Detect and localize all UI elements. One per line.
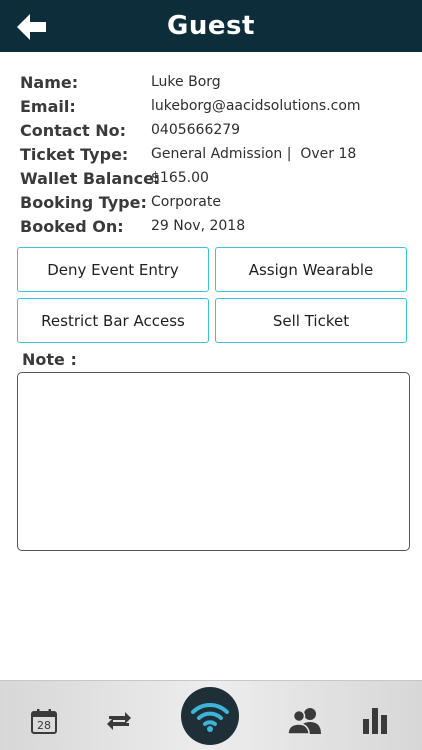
- tab-sync[interactable]: [103, 705, 135, 737]
- calendar-day: 28: [37, 719, 51, 732]
- sync-icon: [107, 712, 131, 730]
- tab-users[interactable]: [286, 704, 324, 736]
- contact-value: 0405666279: [151, 122, 241, 138]
- contact-label: Contact No:: [20, 120, 127, 140]
- note-textarea[interactable]: [17, 372, 410, 551]
- bar-chart-icon: [363, 708, 387, 734]
- wallet-label: Wallet Balance:: [20, 168, 161, 188]
- page-title: Guest: [167, 11, 255, 41]
- name-value: Luke Borg: [151, 74, 221, 90]
- booking-type-label: Booking Type:: [20, 192, 147, 212]
- note-label: Note :: [22, 350, 77, 369]
- booked-on-label: Booked On:: [20, 216, 124, 236]
- ticket-type-value: General Admission | Over 18: [151, 146, 357, 162]
- header-bar: Guest: [0, 0, 422, 52]
- wallet-row: Wallet Balance: $165.00: [20, 166, 410, 190]
- assign-wearable-button[interactable]: Assign Wearable: [215, 247, 407, 292]
- contact-row: Contact No: 0405666279: [20, 118, 410, 142]
- booking-type-row: Booking Type: Corporate: [20, 190, 410, 214]
- email-value: lukeborg@aacidsolutions.com: [151, 98, 361, 114]
- name-label: Name:: [20, 72, 79, 92]
- tab-reports[interactable]: [360, 704, 390, 736]
- deny-event-entry-button[interactable]: Deny Event Entry: [17, 247, 209, 292]
- back-button[interactable]: [14, 12, 50, 42]
- name-row: Name: Luke Borg: [20, 70, 410, 94]
- email-label: Email:: [20, 96, 76, 116]
- booked-on-row: Booked On: 29 Nov, 2018: [20, 214, 410, 238]
- back-arrow-icon: [17, 14, 46, 40]
- ticket-type-row: Ticket Type: General Admission | Over 18: [20, 142, 410, 166]
- guest-details: Name: Luke Borg Email: lukeborg@aacidsol…: [20, 70, 410, 238]
- restrict-bar-access-button[interactable]: Restrict Bar Access: [17, 298, 209, 343]
- tab-wifi[interactable]: [181, 687, 239, 745]
- wallet-value: $165.00: [151, 170, 209, 186]
- sell-ticket-button[interactable]: Sell Ticket: [215, 298, 407, 343]
- users-icon: [287, 708, 321, 735]
- booked-on-value: 29 Nov, 2018: [151, 218, 246, 234]
- wifi-icon: [191, 702, 229, 732]
- email-row: Email: lukeborg@aacidsolutions.com: [20, 94, 410, 118]
- ticket-type-label: Ticket Type:: [20, 144, 129, 164]
- booking-type-value: Corporate: [151, 194, 221, 210]
- tab-calendar[interactable]: 28: [28, 705, 60, 737]
